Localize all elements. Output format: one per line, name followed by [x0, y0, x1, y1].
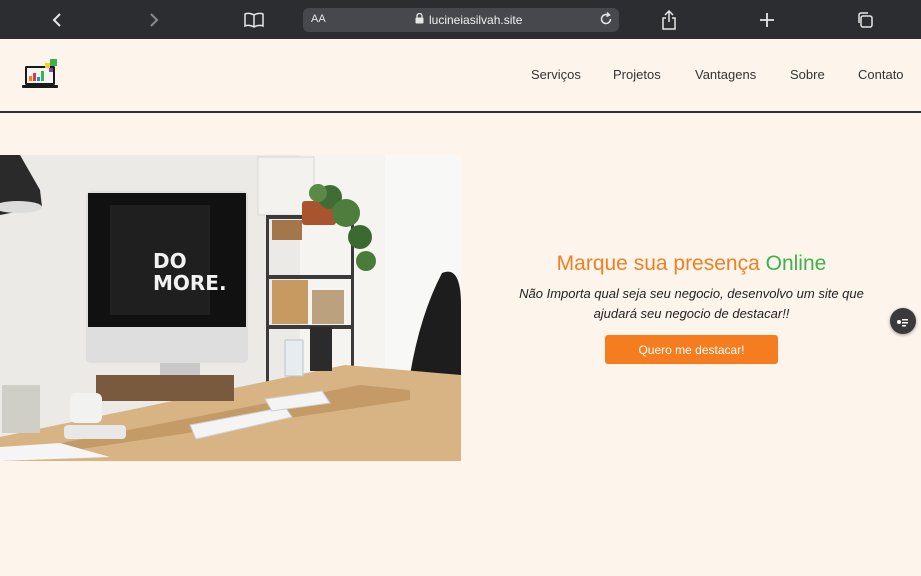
site-header: Serviços Projetos Vantagens Sobre Contat… [0, 39, 921, 113]
url-text: lucineiasilvah.site [429, 13, 523, 27]
nav-item-sobre[interactable]: Sobre [790, 67, 825, 82]
site-logo[interactable] [20, 58, 64, 92]
hero-headline-accent: Online [765, 252, 827, 275]
nav-item-vantagens[interactable]: Vantagens [695, 67, 756, 82]
tabs-icon[interactable] [853, 8, 877, 32]
forward-icon[interactable] [142, 8, 166, 32]
back-icon[interactable] [45, 8, 69, 32]
nav-item-servicos[interactable]: Serviços [531, 67, 581, 82]
text-size-button[interactable]: AA [311, 13, 326, 25]
photo-text-more: MORE. [153, 271, 227, 295]
hero-image: DO MORE. [0, 155, 461, 461]
share-icon[interactable] [657, 8, 681, 32]
bookmarks-icon[interactable] [242, 8, 266, 32]
hero-subtext-line1: Não Importa qual seja seu negocio, desen… [519, 286, 864, 301]
hero-subtext-line2: ajudará seu negocio de destacar!! [593, 306, 790, 321]
hero-headline: Marque sua presença Online [480, 252, 903, 276]
reload-icon[interactable] [598, 11, 614, 32]
new-tab-icon[interactable] [755, 8, 779, 32]
cta-button[interactable]: Quero me destacar! [605, 335, 778, 364]
accessibility-widget-icon[interactable] [890, 308, 916, 334]
hero-subtext: Não Importa qual seja seu negocio, desen… [480, 284, 903, 324]
nav-item-projetos[interactable]: Projetos [613, 67, 661, 82]
browser-toolbar: AA lucineiasilvah.site [0, 0, 921, 39]
hero-headline-main: Marque sua presença [556, 252, 766, 275]
address-bar[interactable]: AA lucineiasilvah.site [303, 8, 619, 32]
nav-item-contato[interactable]: Contato [858, 67, 904, 82]
photo-text-do: DO [153, 249, 187, 273]
lock-icon [415, 12, 424, 27]
